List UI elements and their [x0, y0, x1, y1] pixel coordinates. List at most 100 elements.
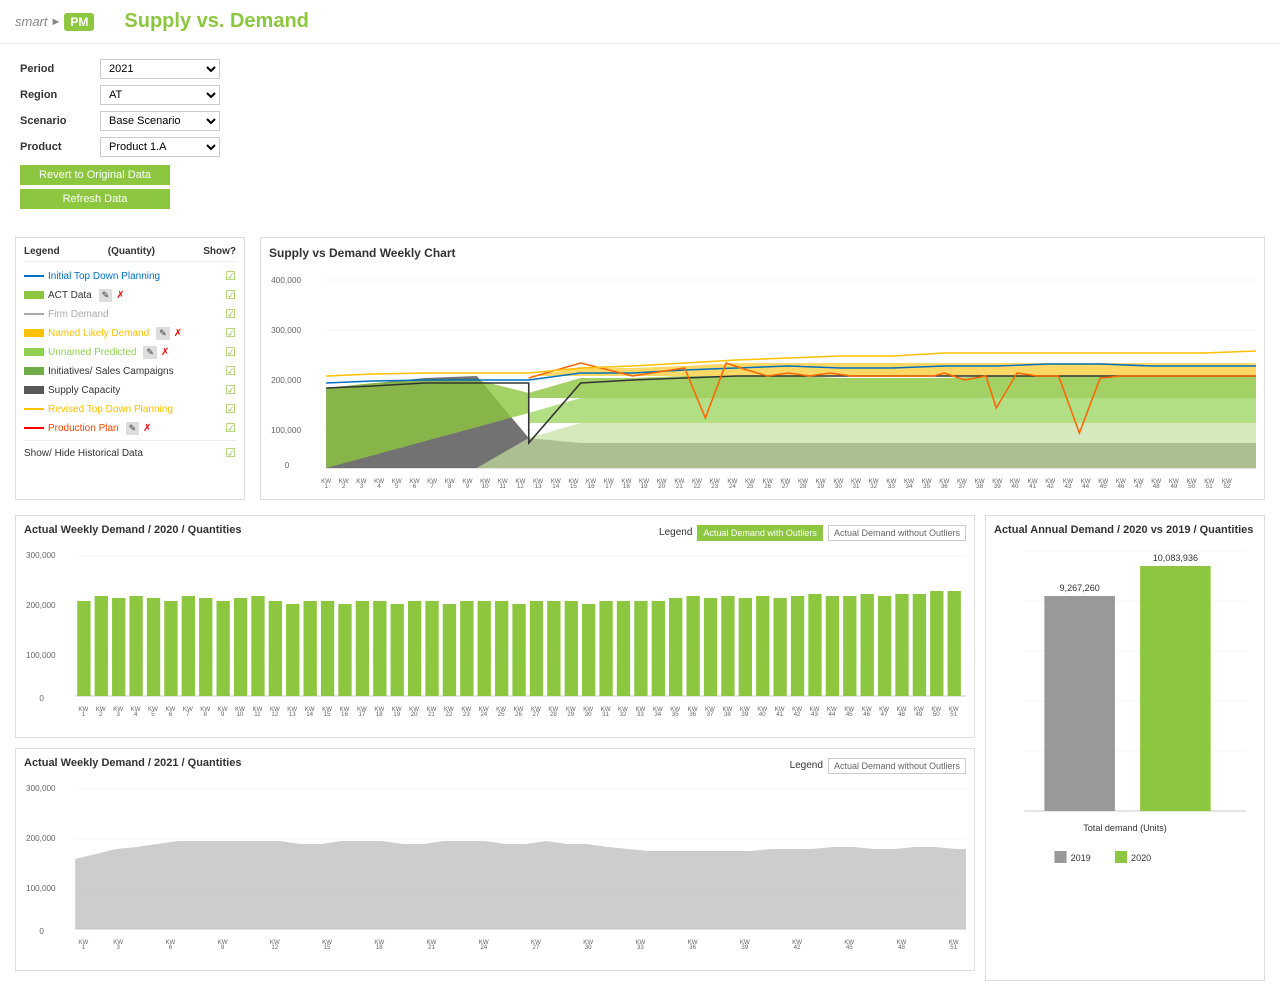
act-remove-icon[interactable]: ✗ — [116, 290, 124, 301]
svg-text:45: 45 — [846, 945, 853, 951]
named-remove-icon[interactable]: ✗ — [174, 328, 182, 339]
svg-text:39: 39 — [741, 945, 748, 951]
legend-check-historical[interactable]: ☑ — [225, 446, 236, 460]
supply-demand-svg: 400,000 300,000 200,000 100,000 0 — [269, 268, 1256, 488]
svg-text:25: 25 — [747, 483, 755, 488]
svg-text:21: 21 — [428, 945, 435, 951]
scenario-select[interactable]: Base Scenario — [100, 111, 220, 131]
svg-text:2019: 2019 — [1071, 853, 1091, 863]
legend-check-unnamed[interactable]: ☑ — [225, 345, 236, 359]
svg-text:19: 19 — [641, 483, 649, 488]
production-edit-icon[interactable]: ✎ — [126, 422, 140, 435]
unnamed-edit-icon[interactable]: ✎ — [143, 346, 157, 359]
svg-text:42: 42 — [1047, 483, 1055, 488]
svg-text:12: 12 — [271, 712, 278, 718]
product-label: Product — [20, 141, 100, 153]
legend-check-revised[interactable]: ☑ — [225, 402, 236, 416]
svg-text:38: 38 — [976, 483, 984, 488]
svg-text:47: 47 — [1135, 483, 1143, 488]
weekly-2021-legend-label: Legend — [790, 760, 823, 771]
svg-text:35: 35 — [923, 483, 931, 488]
legend-check-initial[interactable]: ☑ — [225, 269, 236, 283]
annual-panel-inner: Actual Annual Demand / 2020 vs 2019 / Qu… — [985, 515, 1265, 981]
legend-check-firm[interactable]: ☑ — [225, 307, 236, 321]
legend-label-revised: Revised Top Down Planning — [48, 404, 173, 415]
act-color-icon — [24, 291, 44, 299]
legend-item-supply: Supply Capacity ☑ — [24, 382, 236, 398]
act-edit-icon[interactable]: ✎ — [99, 289, 113, 302]
named-edit-icon[interactable]: ✎ — [156, 327, 170, 340]
region-select[interactable]: AT — [100, 85, 220, 105]
product-row: Product Product 1.A — [20, 137, 1260, 157]
svg-text:31: 31 — [602, 712, 609, 718]
unnamed-color-icon — [24, 348, 44, 356]
legend-without-outliers-badge-2021[interactable]: Actual Demand without Outliers — [828, 758, 966, 774]
svg-text:47: 47 — [881, 712, 888, 718]
logo-pm: PM — [64, 13, 94, 31]
svg-text:39: 39 — [741, 712, 748, 718]
legend-item-historical: Show/ Hide Historical Data ☑ — [24, 445, 236, 461]
scenario-row: Scenario Base Scenario — [20, 111, 1260, 131]
unnamed-remove-icon[interactable]: ✗ — [161, 347, 169, 358]
svg-text:17: 17 — [358, 712, 365, 718]
logo-arrow-icon: ► — [51, 16, 62, 28]
legend-check-production[interactable]: ☑ — [225, 421, 236, 435]
svg-text:23: 23 — [463, 712, 470, 718]
main-content: Legend (Quantity) Show? Initial Top Down… — [0, 232, 1280, 986]
svg-text:34: 34 — [906, 483, 914, 488]
initiatives-color-icon — [24, 367, 44, 375]
svg-text:16: 16 — [588, 483, 596, 488]
svg-text:40: 40 — [759, 712, 766, 718]
region-row: Region AT — [20, 85, 1260, 105]
weekly-2020-legend-label: Legend — [659, 527, 692, 538]
svg-text:14: 14 — [552, 483, 560, 488]
revert-button[interactable]: Revert to Original Data — [20, 165, 170, 185]
legend-label-production: Production Plan — [48, 423, 119, 434]
legend-label-unnamed: Unnamed Predicted — [48, 347, 136, 358]
svg-text:24: 24 — [480, 712, 487, 718]
legend-without-outliers-badge-2020[interactable]: Actual Demand without Outliers — [828, 525, 966, 541]
svg-text:2: 2 — [342, 483, 346, 488]
svg-text:18: 18 — [623, 483, 631, 488]
top-section: Legend (Quantity) Show? Initial Top Down… — [15, 237, 1265, 500]
svg-text:48: 48 — [898, 945, 905, 951]
svg-text:48: 48 — [1153, 483, 1161, 488]
product-select[interactable]: Product 1.A — [100, 137, 220, 157]
legend-check-named[interactable]: ☑ — [225, 326, 236, 340]
svg-text:11: 11 — [254, 712, 261, 718]
svg-text:33: 33 — [637, 712, 644, 718]
legend-with-outliers-badge[interactable]: Actual Demand with Outliers — [697, 525, 823, 541]
svg-text:0: 0 — [39, 694, 44, 703]
logo-smart: smart — [15, 14, 48, 29]
refresh-button[interactable]: Refresh Data — [20, 189, 170, 209]
svg-text:12: 12 — [517, 483, 525, 488]
legend-label-historical: Show/ Hide Historical Data — [24, 448, 143, 459]
page-header: smart ► PM Supply vs. Demand — [0, 0, 1280, 44]
weekly-2020-svg: 300,000 200,000 100,000 0 // We'll gener… — [24, 546, 966, 726]
svg-text:20: 20 — [411, 712, 418, 718]
supply-color-icon — [24, 386, 44, 394]
svg-text:28: 28 — [550, 712, 557, 718]
legend-label-initial: Initial Top Down Planning — [48, 271, 160, 282]
svg-text:19: 19 — [393, 712, 400, 718]
svg-text:28: 28 — [800, 483, 808, 488]
firm-color-icon — [24, 313, 44, 315]
svg-text:32: 32 — [870, 483, 878, 488]
svg-text:22: 22 — [446, 712, 453, 718]
period-select[interactable]: 2021 — [100, 59, 220, 79]
svg-text:36: 36 — [941, 483, 949, 488]
named-color-icon — [24, 329, 44, 337]
svg-text:51: 51 — [950, 712, 957, 718]
region-label: Region — [20, 89, 100, 101]
svg-text:2020: 2020 — [1131, 853, 1151, 863]
svg-text:20: 20 — [658, 483, 666, 488]
svg-text:18: 18 — [376, 712, 383, 718]
legend-check-supply[interactable]: ☑ — [225, 383, 236, 397]
svg-text:200,000: 200,000 — [271, 376, 301, 385]
svg-text:52: 52 — [1223, 483, 1231, 488]
legend-item-production: Production Plan ✎ ✗ ☑ — [24, 420, 236, 436]
svg-text:42: 42 — [794, 712, 801, 718]
legend-check-act[interactable]: ☑ — [225, 288, 236, 302]
legend-check-initiatives[interactable]: ☑ — [225, 364, 236, 378]
production-remove-icon[interactable]: ✗ — [143, 423, 151, 434]
